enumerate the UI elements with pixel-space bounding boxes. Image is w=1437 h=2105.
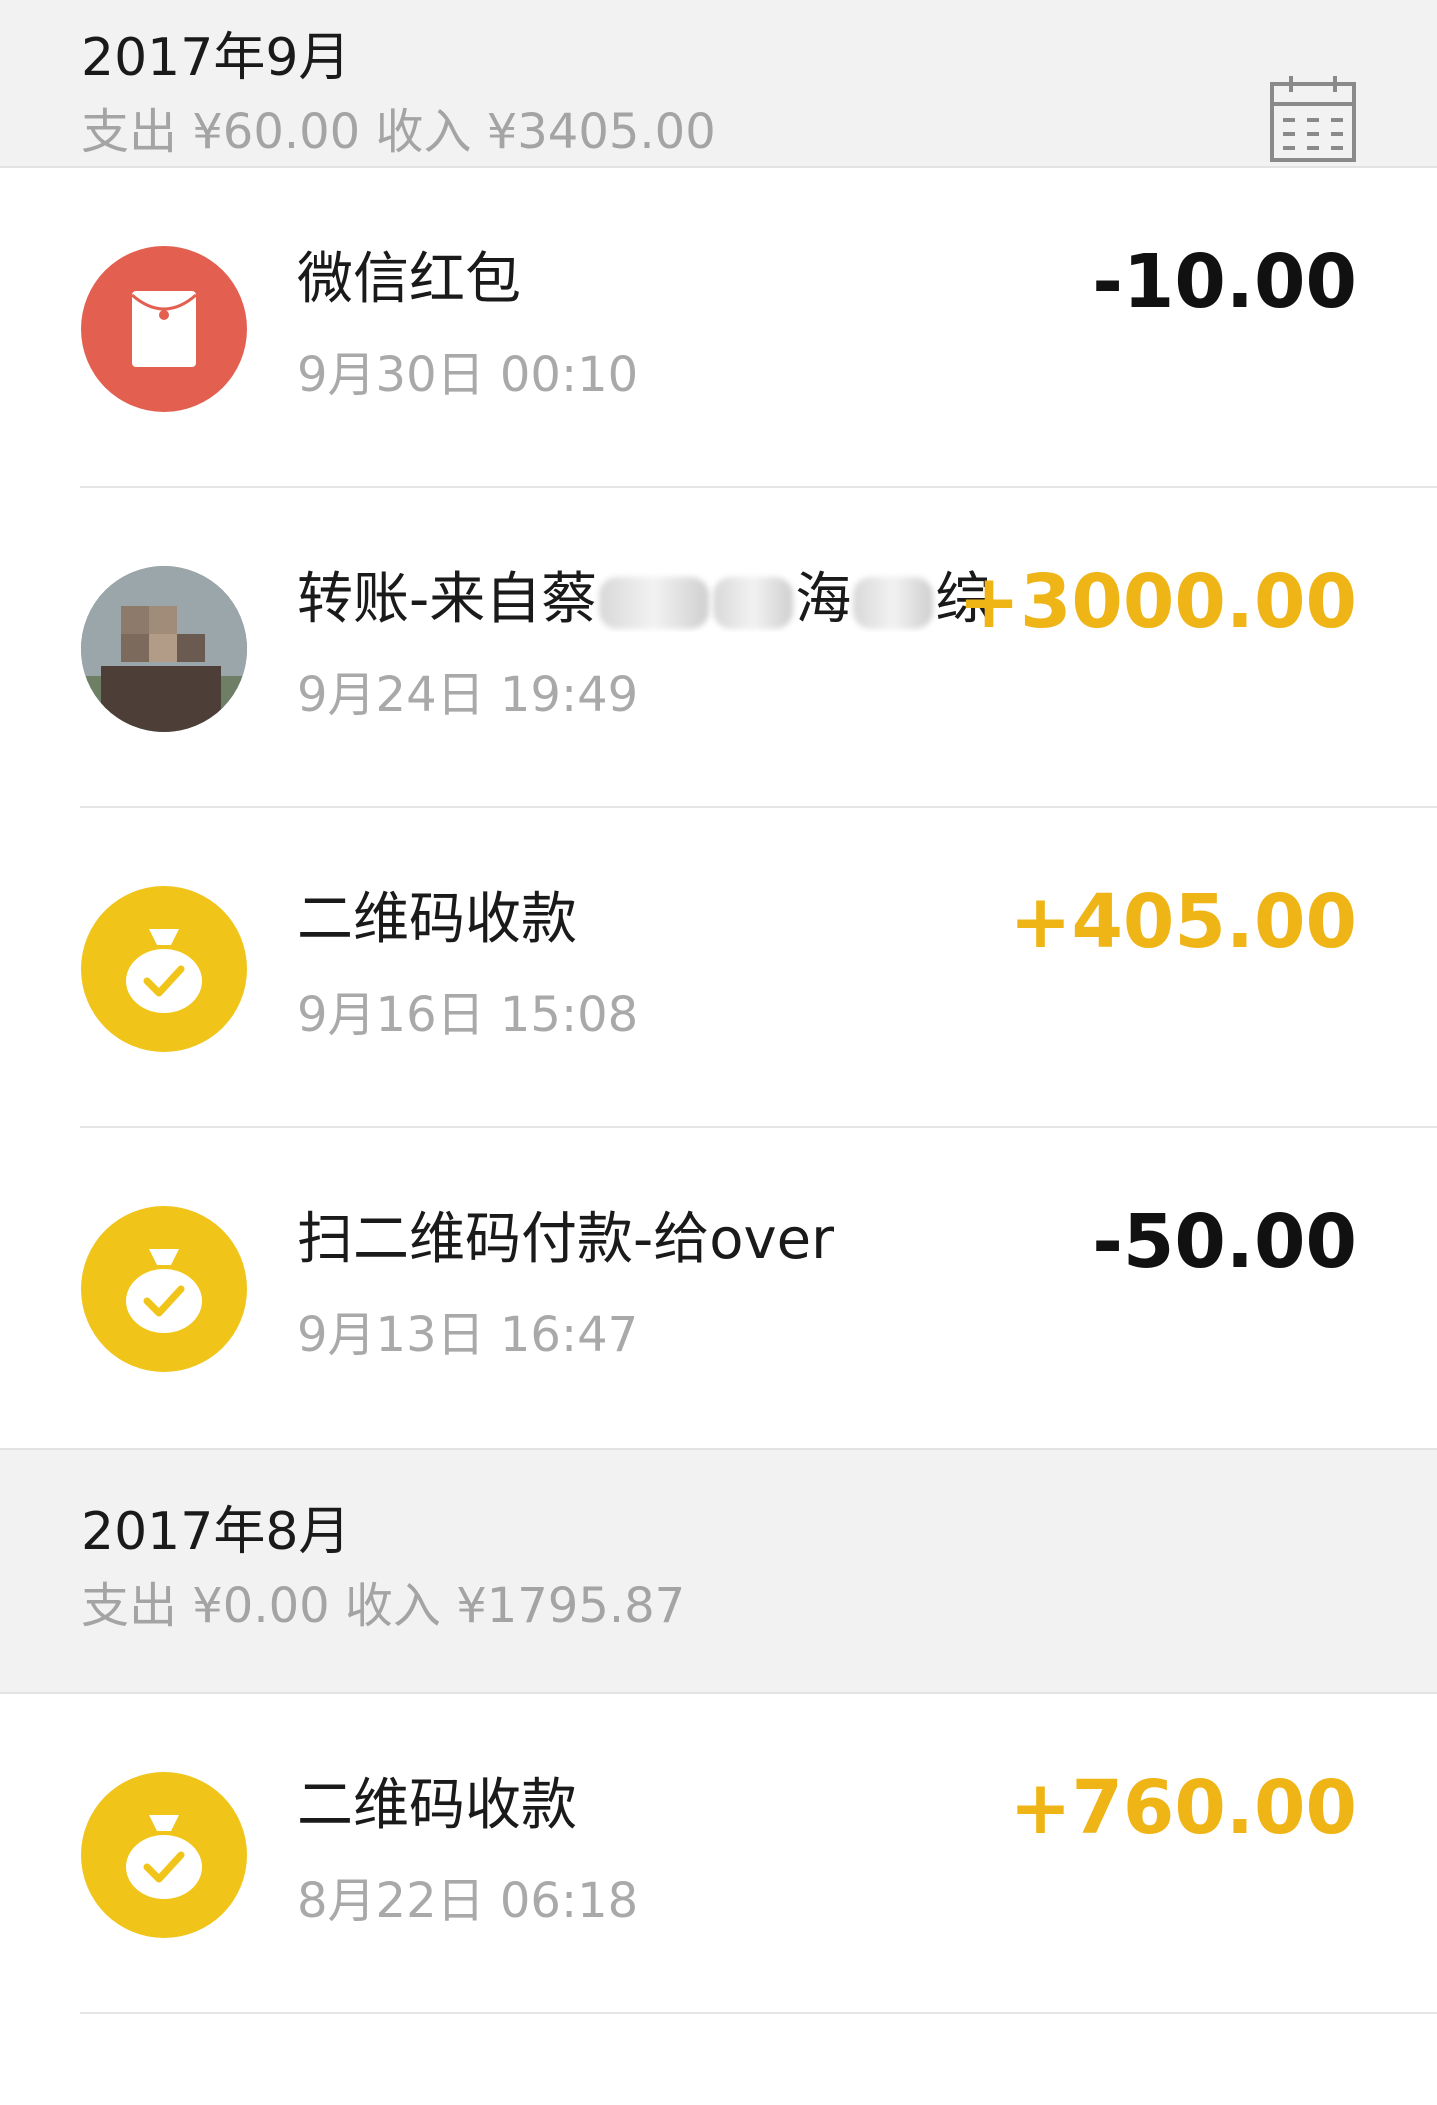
transaction-row[interactable]: 微信红包 9月30日 00:10 -10.00 (0, 168, 1437, 488)
transaction-title: 转账-来自蔡海综... (297, 568, 987, 632)
calendar-icon[interactable] (1269, 74, 1357, 164)
redacted-text (713, 576, 794, 629)
redacted-text (599, 576, 710, 629)
month-title: 2017年9月 (81, 28, 351, 88)
month-summary: 支出 ¥0.00 收入 ¥1795.87 (81, 1578, 686, 1634)
transaction-title: 二维码收款 (297, 888, 577, 952)
month-summary: 支出 ¥60.00 收入 ¥3405.00 (81, 104, 716, 160)
month-title: 2017年8月 (81, 1502, 351, 1562)
transaction-row[interactable]: 二维码收款 9月16日 15:08 +405.00 (0, 808, 1437, 1128)
transaction-title: 二维码收款 (297, 1774, 577, 1838)
transaction-amount: +760.00 (1009, 1765, 1357, 1851)
transaction-row[interactable]: 二维码收款 8月22日 06:18 +760.00 (0, 1694, 1437, 2014)
transaction-list-august: 二维码收款 8月22日 06:18 +760.00 (0, 1694, 1437, 2014)
transaction-time: 9月24日 19:49 (297, 667, 639, 723)
transaction-list-september: 微信红包 9月30日 00:10 -10.00 转账-来自蔡海综... 9月24… (0, 168, 1437, 1448)
red-packet-icon (81, 246, 247, 412)
money-bag-icon (81, 1772, 247, 1938)
transaction-title: 扫二维码付款-给over (297, 1208, 835, 1272)
transaction-title: 微信红包 (297, 248, 521, 312)
transaction-amount: -10.00 (1092, 239, 1357, 325)
transaction-time: 8月22日 06:18 (297, 1873, 639, 1929)
transaction-time: 9月30日 00:10 (297, 347, 639, 403)
user-avatar (81, 566, 247, 732)
month-header-2017-09: 2017年9月 支出 ¥60.00 收入 ¥3405.00 (0, 0, 1437, 168)
money-bag-icon (81, 886, 247, 1052)
month-header-2017-08: 2017年8月 支出 ¥0.00 收入 ¥1795.87 (0, 1448, 1437, 1694)
transaction-amount: +3000.00 (957, 559, 1357, 645)
transaction-amount: -50.00 (1092, 1199, 1357, 1285)
money-bag-icon (81, 1206, 247, 1372)
transaction-amount: +405.00 (1009, 879, 1357, 965)
transaction-time: 9月13日 16:47 (297, 1307, 639, 1363)
transaction-time: 9月16日 15:08 (297, 987, 639, 1043)
redacted-text (853, 576, 934, 629)
transaction-row[interactable]: 扫二维码付款-给over 9月13日 16:47 -50.00 (0, 1128, 1437, 1448)
transaction-row[interactable]: 转账-来自蔡海综... 9月24日 19:49 +3000.00 (0, 488, 1437, 808)
